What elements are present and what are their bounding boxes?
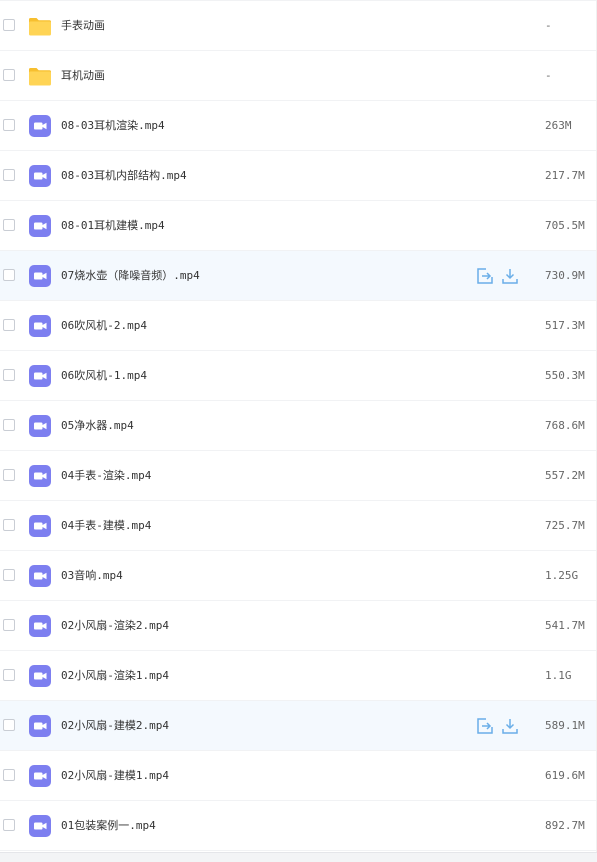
- file-size: 550.3M: [545, 369, 585, 382]
- video-file-icon[interactable]: [28, 414, 52, 438]
- file-row[interactable]: 06吹风机-1.mp4 550.3M: [0, 351, 596, 401]
- file-name[interactable]: 耳机动画: [61, 51, 105, 101]
- row-checkbox[interactable]: [3, 369, 15, 381]
- file-row[interactable]: 06吹风机-2.mp4 517.3M: [0, 301, 596, 351]
- file-size: 1.25G: [545, 569, 579, 582]
- row-checkbox[interactable]: [3, 469, 15, 481]
- row-checkbox[interactable]: [3, 419, 15, 431]
- row-checkbox[interactable]: [3, 769, 15, 781]
- file-row[interactable]: 05净水器.mp4 768.6M: [0, 401, 596, 451]
- file-row[interactable]: 04手表-建模.mp4 725.7M: [0, 501, 596, 551]
- list-footer: [0, 852, 597, 862]
- file-size: 517.3M: [545, 319, 585, 332]
- row-checkbox[interactable]: [3, 819, 15, 831]
- file-row[interactable]: 08-01耳机建模.mp4 705.5M: [0, 201, 596, 251]
- file-row[interactable]: 02小风扇-建模2.mp4 589.1M: [0, 701, 596, 751]
- row-checkbox[interactable]: [3, 269, 15, 281]
- file-name[interactable]: 02小风扇-建模1.mp4: [61, 751, 169, 801]
- file-size: 705.5M: [545, 219, 585, 232]
- file-name[interactable]: 02小风扇-渲染2.mp4: [61, 601, 169, 651]
- video-file-icon[interactable]: [28, 564, 52, 588]
- file-row[interactable]: 08-03耳机渲染.mp4 263M: [0, 101, 596, 151]
- file-size: 892.7M: [545, 819, 585, 832]
- file-name[interactable]: 06吹风机-1.mp4: [61, 351, 147, 401]
- file-row[interactable]: 02小风扇-建模1.mp4 619.6M: [0, 751, 596, 801]
- file-size: 541.7M: [545, 619, 585, 632]
- video-file-icon[interactable]: [28, 214, 52, 238]
- share-icon[interactable]: [476, 717, 494, 735]
- row-checkbox[interactable]: [3, 519, 15, 531]
- file-row[interactable]: 手表动画 -: [0, 0, 596, 51]
- file-row[interactable]: 01包装案例一.mp4 892.7M: [0, 801, 596, 851]
- video-file-icon[interactable]: [28, 514, 52, 538]
- file-row[interactable]: 04手表-渲染.mp4 557.2M: [0, 451, 596, 501]
- row-checkbox[interactable]: [3, 69, 15, 81]
- row-checkbox[interactable]: [3, 119, 15, 131]
- file-size: 768.6M: [545, 419, 585, 432]
- file-size: 263M: [545, 119, 572, 132]
- file-row[interactable]: 08-03耳机内部结构.mp4 217.7M: [0, 151, 596, 201]
- file-name[interactable]: 05净水器.mp4: [61, 401, 134, 451]
- file-row[interactable]: 02小风扇-渲染2.mp4 541.7M: [0, 601, 596, 651]
- row-checkbox[interactable]: [3, 219, 15, 231]
- file-size: 1.1G: [545, 669, 572, 682]
- row-checkbox[interactable]: [3, 619, 15, 631]
- file-size: 217.7M: [545, 169, 585, 182]
- file-size: -: [545, 69, 552, 82]
- video-file-icon[interactable]: [28, 114, 52, 138]
- file-name[interactable]: 03音响.mp4: [61, 551, 123, 601]
- file-list: 手表动画 - 耳机动画 - 08-03耳机渲染.mp4 263M 08-03耳机内部结构.m…: [0, 0, 597, 852]
- file-name[interactable]: 08-03耳机内部结构.mp4: [61, 151, 187, 201]
- file-row[interactable]: 07烧水壶（降噪音频）.mp4 730.9M: [0, 251, 596, 301]
- file-size: 557.2M: [545, 469, 585, 482]
- row-checkbox[interactable]: [3, 319, 15, 331]
- file-size: 730.9M: [545, 269, 585, 282]
- video-file-icon[interactable]: [28, 714, 52, 738]
- file-name[interactable]: 02小风扇-渲染1.mp4: [61, 651, 169, 701]
- file-name[interactable]: 04手表-渲染.mp4: [61, 451, 151, 501]
- video-file-icon[interactable]: [28, 464, 52, 488]
- row-checkbox[interactable]: [3, 19, 15, 31]
- download-icon[interactable]: [501, 717, 519, 735]
- video-file-icon[interactable]: [28, 364, 52, 388]
- file-size: 619.6M: [545, 769, 585, 782]
- row-checkbox[interactable]: [3, 669, 15, 681]
- file-size: 725.7M: [545, 519, 585, 532]
- file-row[interactable]: 03音响.mp4 1.25G: [0, 551, 596, 601]
- file-name[interactable]: 01包装案例一.mp4: [61, 801, 156, 851]
- file-name[interactable]: 07烧水壶（降噪音频）.mp4: [61, 251, 200, 301]
- file-name[interactable]: 04手表-建模.mp4: [61, 501, 151, 551]
- video-file-icon[interactable]: [28, 614, 52, 638]
- file-size: 589.1M: [545, 719, 585, 732]
- file-row[interactable]: 耳机动画 -: [0, 51, 596, 101]
- video-file-icon[interactable]: [28, 264, 52, 288]
- row-checkbox[interactable]: [3, 719, 15, 731]
- row-checkbox[interactable]: [3, 169, 15, 181]
- file-name[interactable]: 08-03耳机渲染.mp4: [61, 101, 165, 151]
- file-name[interactable]: 手表动画: [61, 1, 105, 51]
- download-icon[interactable]: [501, 267, 519, 285]
- file-size: -: [545, 19, 552, 32]
- video-file-icon[interactable]: [28, 664, 52, 688]
- file-name[interactable]: 06吹风机-2.mp4: [61, 301, 147, 351]
- share-icon[interactable]: [476, 267, 494, 285]
- video-file-icon[interactable]: [28, 814, 52, 838]
- file-name[interactable]: 08-01耳机建模.mp4: [61, 201, 165, 251]
- folder-icon[interactable]: [28, 64, 52, 88]
- file-row[interactable]: 02小风扇-渲染1.mp4 1.1G: [0, 651, 596, 701]
- file-name[interactable]: 02小风扇-建模2.mp4: [61, 701, 169, 751]
- row-checkbox[interactable]: [3, 569, 15, 581]
- video-file-icon[interactable]: [28, 764, 52, 788]
- video-file-icon[interactable]: [28, 164, 52, 188]
- folder-icon[interactable]: [28, 14, 52, 38]
- video-file-icon[interactable]: [28, 314, 52, 338]
